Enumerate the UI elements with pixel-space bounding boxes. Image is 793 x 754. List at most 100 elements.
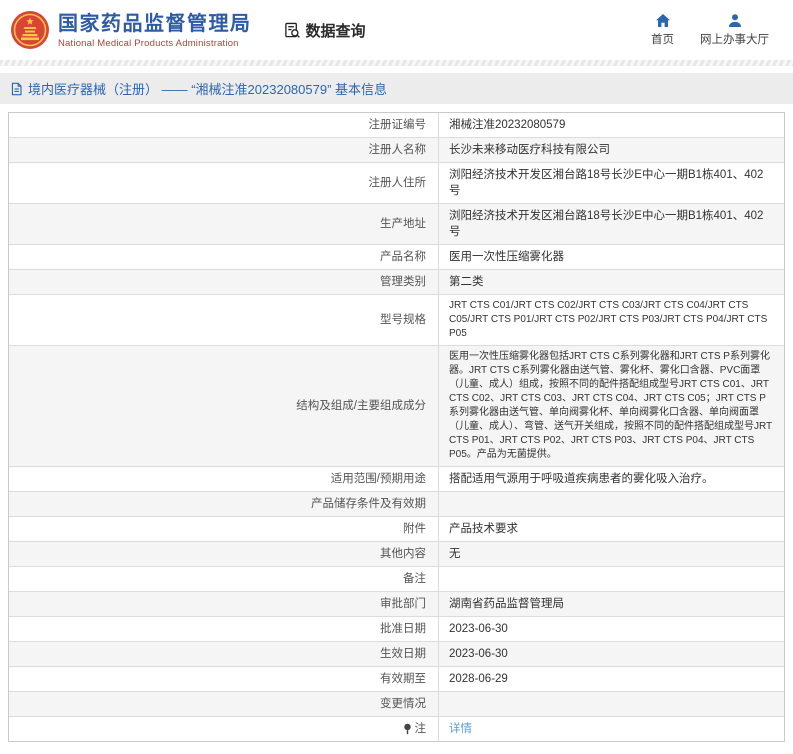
field-value: 医用一次性压缩雾化器包括JRT CTS C系列雾化器和JRT CTS P系列雾化… [449,351,772,460]
field-label-text: 适用范围/预期用途 [330,473,426,485]
user-icon [728,14,741,27]
brand-logo[interactable]: 国家药品监督管理局 National Medical Products Admi… [10,10,252,50]
field-label-text: 生产地址 [380,218,426,230]
field-value: 浏阳经济技术开发区湘台路18号长沙E中心一期B1栋401、402号 [449,210,764,238]
page: 国家药品监督管理局 National Medical Products Admi… [0,0,793,742]
field-label: 适用范围/预期用途 [9,467,439,491]
table-row: 型号规格 JRT CTS C01/JRT CTS C02/JRT CTS C03… [9,295,784,346]
field-value [439,492,784,516]
table-row: 产品储存条件及有效期 [9,492,784,517]
field-value [439,567,784,591]
field-label-text: 生效日期 [380,648,426,660]
field-label: 管理类别 [9,270,439,294]
field-label: 注册证编号 [9,113,439,137]
field-label-text: 注册人住所 [368,177,427,189]
header-divider [0,60,793,66]
field-label-text: 审批部门 [380,598,426,610]
site-header: 国家药品监督管理局 National Medical Products Admi… [0,0,793,60]
data-query-tab[interactable]: 数据查询 [284,20,366,41]
table-row: 有效期至 2028-06-29 [9,667,784,692]
details-link[interactable]: 详情 [449,721,472,737]
field-label-text: 结构及组成/主要组成成分 [296,400,426,412]
document-icon [11,82,22,95]
table-row: 产品名称 医用一次性压缩雾化器 [9,245,784,270]
table-row: 注册证编号 湘械注准20232080579 [9,113,784,138]
field-value: 长沙未来移动医疗科技有限公司 [449,144,610,156]
field-value: 湖南省药品监督管理局 [449,598,564,610]
table-row: 适用范围/预期用途 搭配适用气源用于呼吸道疾病患者的雾化吸入治疗。 [9,467,784,492]
table-row: 生产地址 浏阳经济技术开发区湘台路18号长沙E中心一期B1栋401、402号 [9,204,784,245]
breadcrumb: 境内医疗器械（注册） —— “湘械注准20232080579” 基本信息 [0,73,793,104]
table-row: 批准日期 2023-06-30 [9,617,784,642]
field-value: 搭配适用气源用于呼吸道疾病患者的雾化吸入治疗。 [449,473,714,485]
brand-text: 国家药品监督管理局 National Medical Products Admi… [58,12,252,49]
field-value: 2023-06-30 [449,623,508,635]
table-row: 审批部门 湖南省药品监督管理局 [9,592,784,617]
table-row: 生效日期 2023-06-30 [9,642,784,667]
home-icon [655,14,670,27]
table-row: 注册人名称 长沙未来移动医疗科技有限公司 [9,138,784,163]
field-value [439,692,784,716]
field-label-text: 注册人名称 [368,144,427,156]
field-label-text: 批准日期 [380,623,426,635]
field-value: 浏阳经济技术开发区湘台路18号长沙E中心一期B1栋401、402号 [449,169,764,197]
document-search-icon [284,22,300,38]
field-label: 生效日期 [9,642,439,666]
field-label: 产品储存条件及有效期 [9,492,439,516]
field-label: 变更情况 [9,692,439,716]
field-label: 备注 [9,567,439,591]
field-label-text: 产品名称 [380,251,426,263]
nav-home[interactable]: 首页 [651,13,674,47]
field-label-text: 变更情况 [380,698,426,710]
field-value: 2023-06-30 [449,648,508,660]
field-label: 型号规格 [9,295,439,345]
field-value: 产品技术要求 [449,523,518,535]
field-label-text: 有效期至 [380,673,426,685]
table-row: 注册人住所 浏阳经济技术开发区湘台路18号长沙E中心一期B1栋401、402号 [9,163,784,204]
field-label: 注 [9,717,439,741]
table-row: 备注 [9,567,784,592]
field-label-text: 管理类别 [380,276,426,288]
table-row: 管理类别 第二类 [9,270,784,295]
nav-home-label: 首页 [651,34,674,46]
field-label: 产品名称 [9,245,439,269]
field-label: 注册人住所 [9,163,439,203]
field-value: 第二类 [449,276,484,288]
registration-info-table: 注册证编号 湘械注准20232080579 注册人名称 长沙未来移动医疗科技有限… [8,112,785,742]
nav-service-hall-label: 网上办事大厅 [700,34,769,46]
field-value: 湘械注准20232080579 [449,119,566,131]
field-label: 注册人名称 [9,138,439,162]
table-row: 其他内容 无 [9,542,784,567]
note-pin-icon [403,723,411,735]
table-row: 结构及组成/主要组成成分 医用一次性压缩雾化器包括JRT CTS C系列雾化器和… [9,346,784,467]
field-label-text: 型号规格 [380,314,426,326]
field-label-text: 注册证编号 [368,119,427,131]
field-value: 医用一次性压缩雾化器 [449,251,564,263]
field-label: 结构及组成/主要组成成分 [9,346,439,466]
field-label: 有效期至 [9,667,439,691]
site-title-en: National Medical Products Administration [58,37,239,49]
national-emblem-icon [11,11,49,49]
field-value: 2028-06-29 [449,673,508,685]
field-label: 生产地址 [9,204,439,244]
table-row: 变更情况 [9,692,784,717]
field-label: 附件 [9,517,439,541]
data-query-label: 数据查询 [305,22,366,40]
field-value: 详情 [439,717,784,741]
field-label: 审批部门 [9,592,439,616]
top-nav: 首页 网上办事大厅 [651,13,779,47]
nav-service-hall[interactable]: 网上办事大厅 [700,13,769,47]
field-label-text: 注 [414,723,427,735]
field-label-text: 产品储存条件及有效期 [311,498,426,510]
field-value: JRT CTS C01/JRT CTS C02/JRT CTS C03/JRT … [449,300,768,339]
breadcrumb-text: 境内医疗器械（注册） —— “湘械注准20232080579” 基本信息 [28,82,388,97]
site-title-cn: 国家药品监督管理局 [58,12,252,35]
table-row: 附件 产品技术要求 [9,517,784,542]
field-label-text: 附件 [403,523,426,535]
field-label-text: 备注 [403,573,426,585]
field-label-text: 其他内容 [380,548,426,560]
table-row: 注 详情 [9,717,784,741]
field-label: 其他内容 [9,542,439,566]
field-label: 批准日期 [9,617,439,641]
field-value: 无 [449,548,461,560]
